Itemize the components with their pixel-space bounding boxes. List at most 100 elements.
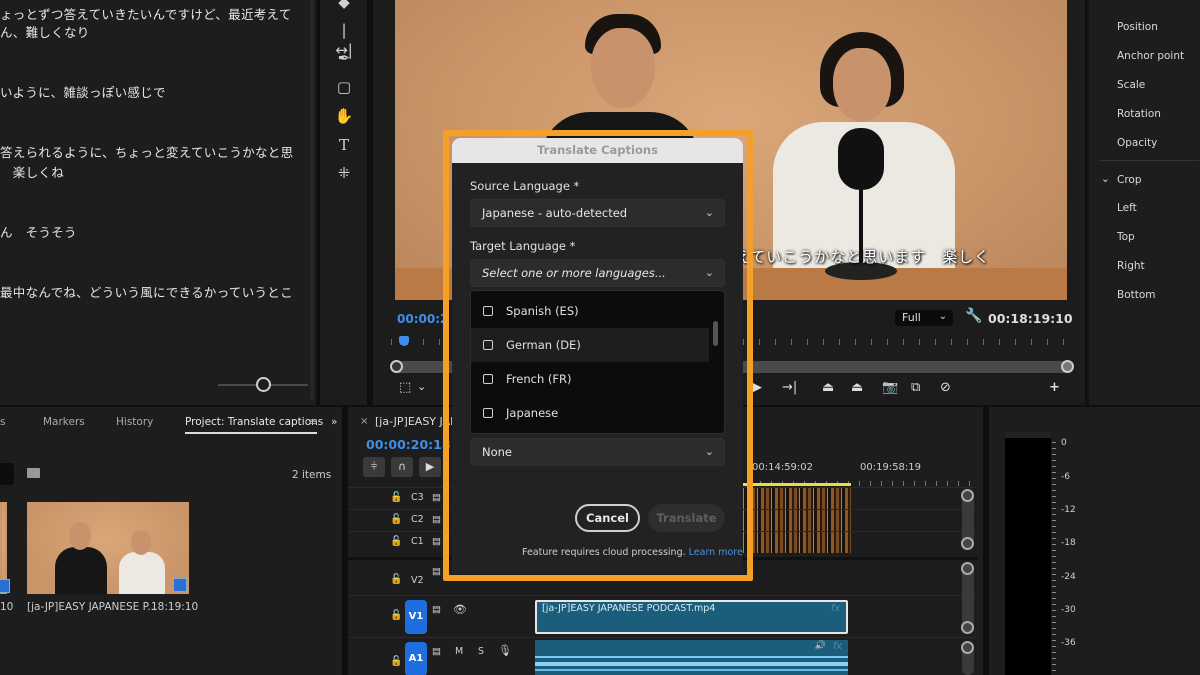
go-to-out-icon[interactable]: →|	[782, 380, 797, 395]
tab-history[interactable]: History	[116, 416, 153, 428]
crop-top[interactable]: Top	[1117, 231, 1135, 243]
lock-icon[interactable]: 🔓	[390, 656, 402, 667]
effect-rotation[interactable]: Rotation	[1117, 108, 1161, 120]
learn-more-link[interactable]: Learn more	[689, 547, 743, 558]
chevron-down-icon[interactable]: ⌄	[417, 380, 426, 393]
rectangle-tool-icon[interactable]: ▢	[333, 77, 355, 97]
scroll-handle[interactable]	[961, 489, 974, 502]
lift-icon[interactable]: ⏏	[822, 380, 834, 395]
tab-effects[interactable]: s	[0, 416, 5, 428]
translate-button[interactable]: Translate	[648, 504, 725, 532]
snap-magnet-icon[interactable]: ∩	[391, 457, 413, 477]
track-output-icon[interactable]: ▤	[432, 492, 441, 503]
type-tool-icon[interactable]: T	[333, 135, 355, 155]
solo-button[interactable]: S	[478, 646, 484, 657]
language-option-german[interactable]: German (DE)	[471, 328, 709, 362]
lock-icon[interactable]: 🔓	[390, 610, 402, 621]
chevron-down-icon[interactable]: ⌄	[1101, 173, 1110, 185]
close-icon[interactable]: ×	[360, 416, 368, 427]
add-button-icon[interactable]: +	[1049, 380, 1060, 395]
scrollbar-handle-left[interactable]	[390, 360, 403, 373]
track-target-a1[interactable]: A1	[405, 642, 427, 675]
track-output-icon[interactable]: ▤	[432, 536, 441, 547]
slip-tool-icon[interactable]: |↔|	[333, 20, 355, 59]
checkbox[interactable]	[483, 306, 493, 316]
work-area-bar[interactable]	[738, 483, 851, 486]
transcript-line[interactable]: ん、難しくなり	[0, 22, 90, 41]
track-output-icon[interactable]: ▤	[432, 604, 441, 615]
comparison-view-icon[interactable]: ⧉	[911, 380, 920, 395]
effect-opacity[interactable]: Opacity	[1117, 137, 1157, 149]
effect-crop-section[interactable]: Crop	[1117, 174, 1142, 186]
transcript-line[interactable]: 楽しくね	[0, 162, 64, 181]
razor-icon[interactable]: ◆	[333, 0, 355, 12]
crop-left[interactable]: Left	[1117, 202, 1137, 214]
wrench-settings-icon[interactable]: 🔧	[965, 308, 982, 324]
pen-tool-icon[interactable]: ✒	[333, 48, 355, 68]
language-option-spanish[interactable]: Spanish (ES)	[471, 294, 709, 328]
mute-button[interactable]: M	[455, 646, 463, 657]
hand-tool-icon[interactable]: ✋	[333, 106, 355, 126]
db-label: 0	[1061, 438, 1067, 448]
lock-icon[interactable]: 🔓	[390, 514, 402, 525]
transform-tool-icon[interactable]: ⁜	[333, 163, 355, 183]
nest-toggle-icon[interactable]: ⫩	[363, 457, 385, 477]
lock-icon[interactable]: 🔓	[390, 536, 402, 547]
search-bin-icon[interactable]	[27, 468, 40, 478]
clip-name[interactable]: [ja-JP]EASY JAPANESE P...	[27, 601, 157, 613]
track-output-icon[interactable]: ▤	[432, 514, 441, 525]
linked-selection-icon[interactable]: ▶	[419, 457, 441, 477]
target-language-select[interactable]: Select one or more languages... ⌄	[470, 259, 725, 287]
timeline-timecode[interactable]: 00:00:20:18	[366, 437, 451, 452]
transcript-line[interactable]: いように、雑談っぽい感じで	[0, 82, 166, 101]
effect-position[interactable]: Position	[1117, 21, 1158, 33]
cancel-button[interactable]: Cancel	[575, 504, 640, 532]
lock-icon[interactable]: 🔓	[390, 574, 402, 585]
eye-icon[interactable]: 👁	[453, 603, 467, 616]
v1-video-clip[interactable]: [ja-JP]EASY JAPANESE PODCAST.mp4 fx	[535, 600, 848, 634]
panel-menu-icon[interactable]: ≡	[309, 416, 318, 428]
tab-markers[interactable]: Markers	[43, 416, 85, 428]
resolution-select[interactable]: Full ⌄	[895, 310, 953, 326]
transcript-line[interactable]: ょっとずつ答えていきたいんですけど、最近考えて	[0, 4, 292, 23]
tab-project[interactable]: Project: Translate captions	[185, 416, 323, 428]
camera-export-frame-icon[interactable]: 📷	[882, 380, 898, 395]
playhead-timecode[interactable]: 00:00:2	[397, 312, 448, 326]
track-target-v1[interactable]: V1	[405, 600, 427, 634]
checkbox[interactable]	[483, 340, 493, 350]
proxy-toggle-icon[interactable]: ⊘	[940, 380, 951, 395]
crop-right[interactable]: Right	[1117, 260, 1145, 272]
scroll-handle[interactable]	[961, 621, 974, 634]
checkbox[interactable]	[483, 374, 493, 384]
crop-bottom[interactable]: Bottom	[1117, 289, 1156, 301]
scroll-handle[interactable]	[961, 641, 974, 654]
caption-style-select[interactable]: None ⌄	[470, 438, 725, 466]
track-output-icon[interactable]: ▤	[432, 566, 441, 577]
safe-margins-icon[interactable]: ⬚	[399, 380, 411, 395]
effect-scale[interactable]: Scale	[1117, 79, 1145, 91]
scroll-handle[interactable]	[961, 562, 974, 575]
project-search-input[interactable]	[0, 463, 14, 485]
a1-audio-clip[interactable]: 🔊 fx	[535, 640, 848, 675]
tab-overflow[interactable]: »	[331, 416, 337, 428]
checkbox[interactable]	[483, 408, 493, 418]
scrollbar-handle-right[interactable]	[1061, 360, 1074, 373]
transcript-line[interactable]: 答えられるように、ちょっと変えていこうかなと思	[0, 142, 293, 161]
language-option-french[interactable]: French (FR)	[471, 362, 709, 396]
source-language-select[interactable]: Japanese - auto-detected ⌄	[470, 199, 725, 227]
effect-anchor-point[interactable]: Anchor point	[1117, 50, 1184, 62]
microphone-icon[interactable]: 🎙	[498, 644, 512, 657]
clip-thumbnail[interactable]	[27, 502, 189, 594]
transcript-line[interactable]: ん そうそう	[0, 222, 77, 241]
list-scrollbar[interactable]	[713, 321, 718, 346]
extract-icon[interactable]: ⏏	[851, 380, 863, 395]
transcript-scrollbar[interactable]	[310, 0, 314, 400]
playhead-marker[interactable]	[399, 336, 409, 346]
scroll-handle[interactable]	[961, 537, 974, 550]
track-output-icon[interactable]: ▤	[432, 646, 441, 657]
play-icon[interactable]: ▶	[752, 380, 762, 395]
lock-icon[interactable]: 🔓	[390, 492, 402, 503]
language-option-japanese[interactable]: Japanese	[471, 396, 709, 430]
transcript-zoom-knob[interactable]	[256, 377, 271, 392]
transcript-line[interactable]: 最中なんでね、どういう風にできるかっていうとこ	[0, 282, 293, 301]
